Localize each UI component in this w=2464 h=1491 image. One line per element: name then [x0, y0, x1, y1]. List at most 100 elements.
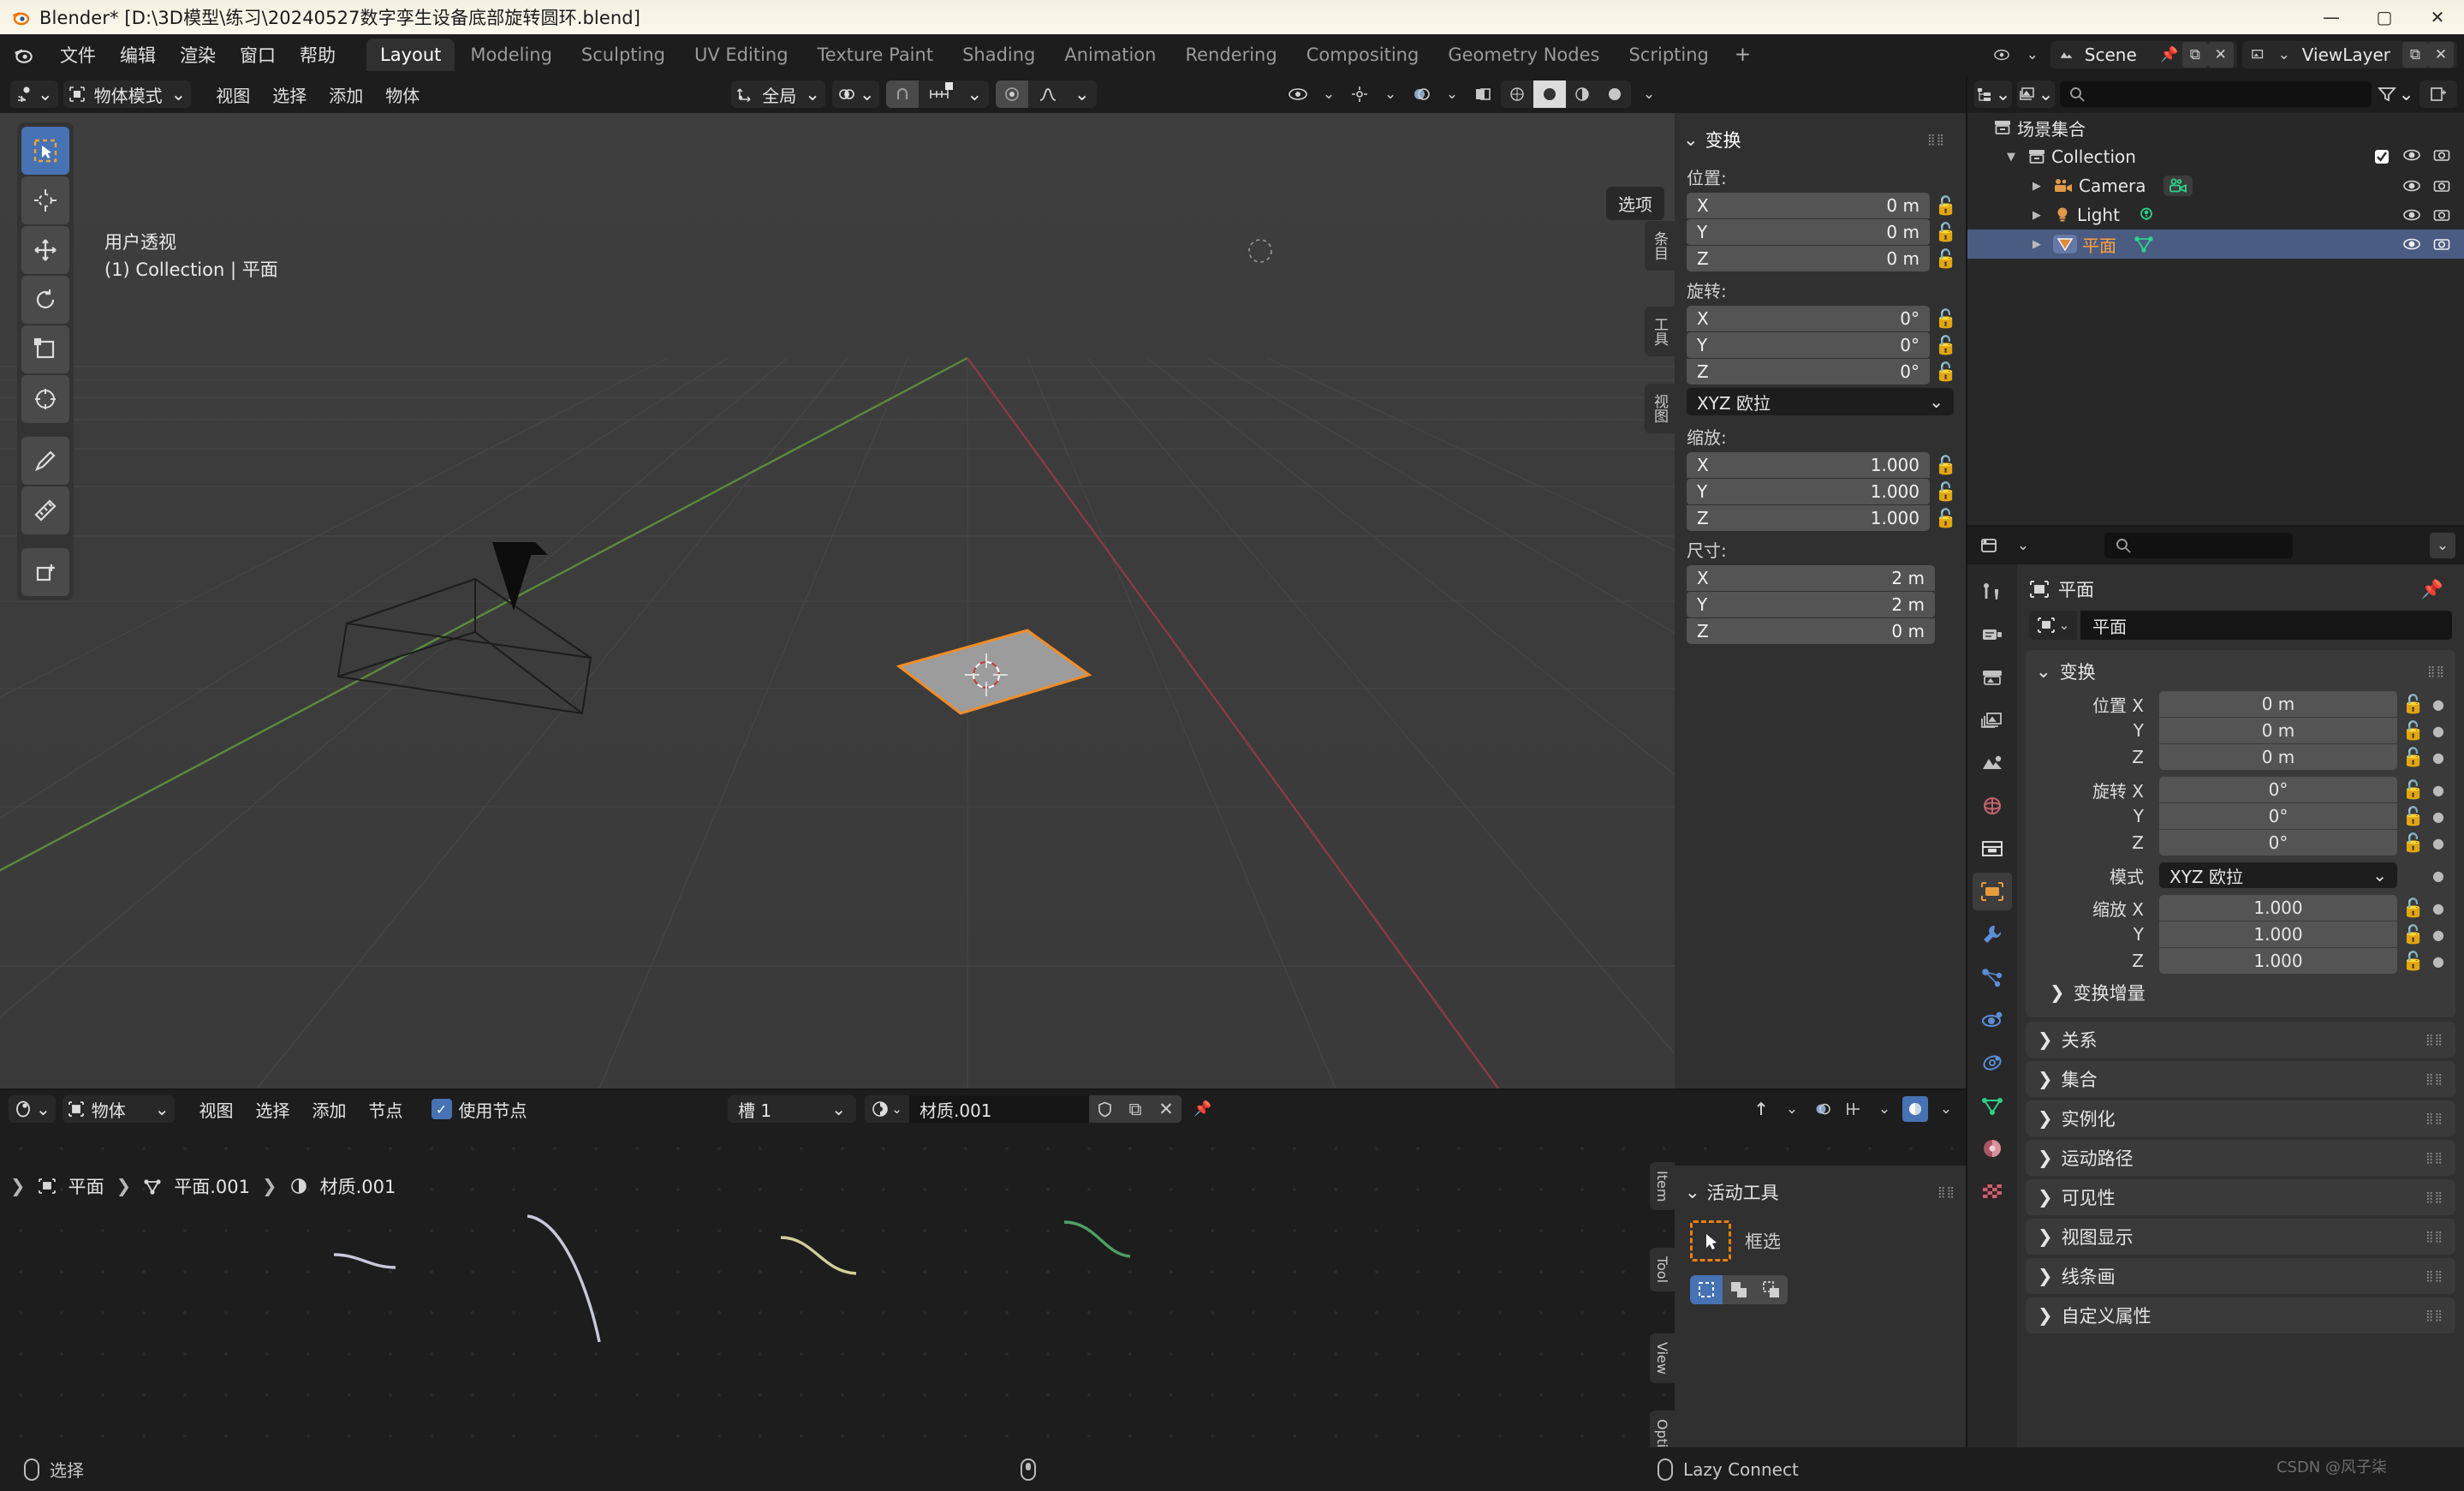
chevron-down-icon-snap[interactable]: ⌄	[960, 84, 989, 104]
props-scale-y-row[interactable]: Y 1.000 🔓 ●	[2026, 921, 2455, 947]
location-y-field[interactable]: Y 0 m	[1687, 219, 1930, 245]
props-rotation-x-value[interactable]: 0°	[2159, 777, 2397, 802]
animate-dot-props-rotation-mode[interactable]: ●	[2430, 868, 2447, 884]
shading-mode-group[interactable]	[1501, 81, 1631, 108]
props-tab-tool[interactable]	[1973, 573, 2012, 611]
rotation-y-field[interactable]: Y 0°	[1687, 332, 1930, 358]
lock-icon-location-z[interactable]: 🔓	[1935, 248, 1957, 270]
lock-icon-props-scale-x[interactable]: 🔓	[2402, 898, 2425, 919]
props-scale-z-value[interactable]: 1.000	[2159, 948, 2397, 974]
solid-shading-icon[interactable]	[1533, 81, 1566, 108]
blender-menu-icon[interactable]	[12, 44, 34, 66]
props-scale-y-value[interactable]: 1.000	[2159, 921, 2397, 947]
animate-dot-props-scale-x[interactable]: ●	[2430, 900, 2447, 916]
object-transform-panel-header[interactable]: ⌄ 变换 ⣿⣿	[2026, 657, 2455, 691]
editor-type-selector-viewport[interactable]: ⌄	[10, 81, 58, 108]
viewport-visibility-icon[interactable]	[1285, 81, 1311, 107]
disclosure-triangle-plane[interactable]: ▶	[2033, 238, 2048, 251]
mesh-data-icon[interactable]	[2134, 235, 2154, 253]
scene-stats-icon[interactable]	[1989, 42, 2015, 68]
snapping-group[interactable]: ⌄	[886, 81, 990, 108]
breadcrumb-material-label[interactable]: 材质.001	[320, 1173, 396, 1199]
chevron-down-icon-shading-preview[interactable]: ⌄	[1933, 1096, 1959, 1122]
animate-dot-props-scale-z[interactable]: ●	[2430, 953, 2447, 969]
lock-icon-rotation-y[interactable]: 🔓	[1935, 335, 1957, 356]
panel-grip-icon-motion-paths[interactable]: ⣿⣿	[2425, 1152, 2455, 1165]
panel-grip-icon-visibility[interactable]: ⣿⣿	[2425, 1191, 2455, 1204]
location-row-x[interactable]: X 0 m 🔓	[1675, 193, 1966, 218]
lock-icon-location-x[interactable]: 🔓	[1935, 195, 1957, 217]
tool-measure[interactable]	[21, 486, 69, 534]
scale-z-field[interactable]: Z 1.000	[1687, 505, 1930, 531]
interaction-mode-selector[interactable]: 物体模式 ⌄	[62, 81, 192, 108]
panel-grip-icon-relations[interactable]: ⣿⣿	[2425, 1034, 2455, 1047]
panel-grip-icon-collections[interactable]: ⣿⣿	[2425, 1073, 2455, 1086]
active-tool-panel-header[interactable]: ⌄ 活动工具 ⣿⣿	[1675, 1171, 1966, 1214]
chevron-down-icon-snap-node[interactable]: ⌄	[1779, 1096, 1805, 1122]
props-location-z-row[interactable]: Z 0 m 🔓 ●	[2026, 744, 2455, 770]
xray-toggle-icon[interactable]	[1470, 81, 1496, 107]
rotation-x-field[interactable]: X 0°	[1687, 306, 1930, 331]
material-name-field[interactable]: 材质.001	[909, 1095, 1089, 1123]
disclosure-triangle-camera[interactable]: ▶	[2033, 180, 2048, 193]
props-tab-particles[interactable]	[1973, 958, 2012, 996]
lock-icon-props-location-x[interactable]: 🔓	[2402, 694, 2425, 715]
props-location-y-row[interactable]: Y 0 m 🔓 ●	[2026, 718, 2455, 743]
menu-edit[interactable]: 编辑	[108, 38, 168, 72]
outliner-filter-button[interactable]: ⌄	[2377, 81, 2414, 108]
viewport-menu-view[interactable]: 视图	[205, 79, 261, 110]
outliner-search-input[interactable]	[2060, 81, 2372, 107]
dimensions-y-field[interactable]: Y 2 m	[1687, 592, 1935, 617]
props-scale-x-value[interactable]: 1.000	[2159, 895, 2397, 921]
lock-icon-location-y[interactable]: 🔓	[1935, 222, 1957, 243]
viewport-options-label[interactable]: 选项	[1606, 187, 1664, 220]
tab-rendering[interactable]: Rendering	[1171, 39, 1290, 71]
location-x-field[interactable]: X 0 m	[1687, 193, 1930, 218]
chevron-down-icon-overlays[interactable]: ⌄	[1439, 81, 1465, 107]
shader-menu-view[interactable]: 视图	[188, 1094, 245, 1125]
camera-icon-camera[interactable]	[2433, 179, 2450, 193]
lock-icon-scale-y[interactable]: 🔓	[1935, 481, 1957, 503]
new-material-icon[interactable]: ⧉	[1120, 1095, 1151, 1123]
props-tab-material[interactable]	[1973, 1130, 2012, 1167]
chevron-down-icon-topbar[interactable]: ⌄	[2020, 42, 2045, 68]
tab-texture-paint[interactable]: Texture Paint	[804, 39, 948, 71]
shader-menu-select[interactable]: 选择	[245, 1094, 301, 1125]
shading-preview-icon[interactable]	[1902, 1096, 1928, 1122]
add-workspace-button[interactable]: +	[1724, 40, 1761, 69]
panel-grip-icon[interactable]: ⣿⣿	[1927, 134, 1957, 146]
props-tab-object[interactable]	[1973, 873, 2012, 910]
chevron-down-icon-falloff[interactable]: ⌄	[1068, 84, 1097, 104]
delete-viewlayer-icon[interactable]: ✕	[2428, 42, 2454, 68]
lock-icon-props-rotation-x[interactable]: 🔓	[2402, 779, 2425, 801]
props-tab-constraints[interactable]	[1973, 1044, 2012, 1082]
eye-icon-plane[interactable]	[2402, 237, 2421, 251]
3d-viewport[interactable]: ⌄ 物体模式 ⌄ 视图 选择 添加 物体 全局 ⌄ ⌄ ⌄ ⌄ ⌄ ⌄ ⌄ ⌄ …	[0, 75, 1966, 1088]
tab-shading[interactable]: Shading	[949, 39, 1049, 71]
select-set-icon[interactable]	[1690, 1275, 1723, 1304]
scale-y-field[interactable]: Y 1.000	[1687, 479, 1930, 504]
tool-add-cube[interactable]	[21, 548, 69, 596]
fake-user-shield-icon[interactable]	[1089, 1095, 1120, 1123]
lock-icon-props-rotation-y[interactable]: 🔓	[2402, 806, 2425, 827]
animate-dot-props-location-x[interactable]: ●	[2430, 696, 2447, 713]
checkbox-icon-collection[interactable]	[2373, 148, 2390, 165]
menu-window[interactable]: 窗口	[228, 38, 288, 72]
outliner-new-collection-button[interactable]	[2419, 81, 2457, 108]
material-slot-selector[interactable]: 槽 1 ⌄	[728, 1095, 856, 1123]
chevron-down-icon-viewlayer[interactable]: ⌄	[2271, 42, 2297, 68]
animate-dot-props-rotation-y[interactable]: ●	[2430, 808, 2447, 825]
props-tab-viewlayer[interactable]	[1973, 701, 2012, 739]
lock-icon-props-rotation-z[interactable]: 🔓	[2402, 832, 2425, 854]
animate-dot-props-location-y[interactable]: ●	[2430, 723, 2447, 739]
light-data-icon[interactable]	[2137, 206, 2156, 224]
props-location-z-value[interactable]: 0 m	[2159, 744, 2397, 770]
delete-scene-icon[interactable]: ✕	[2207, 42, 2234, 68]
unlink-material-icon[interactable]: ✕	[1151, 1095, 1181, 1123]
props-location-x-row[interactable]: 位置 X 0 m 🔓 ●	[2026, 691, 2455, 717]
properties-search-input[interactable]	[2104, 533, 2293, 558]
tool-move[interactable]	[21, 226, 69, 274]
eye-icon-light[interactable]	[2402, 208, 2421, 222]
dimensions-z-field[interactable]: Z 0 m	[1687, 618, 1935, 644]
props-location-x-value[interactable]: 0 m	[2159, 691, 2397, 717]
